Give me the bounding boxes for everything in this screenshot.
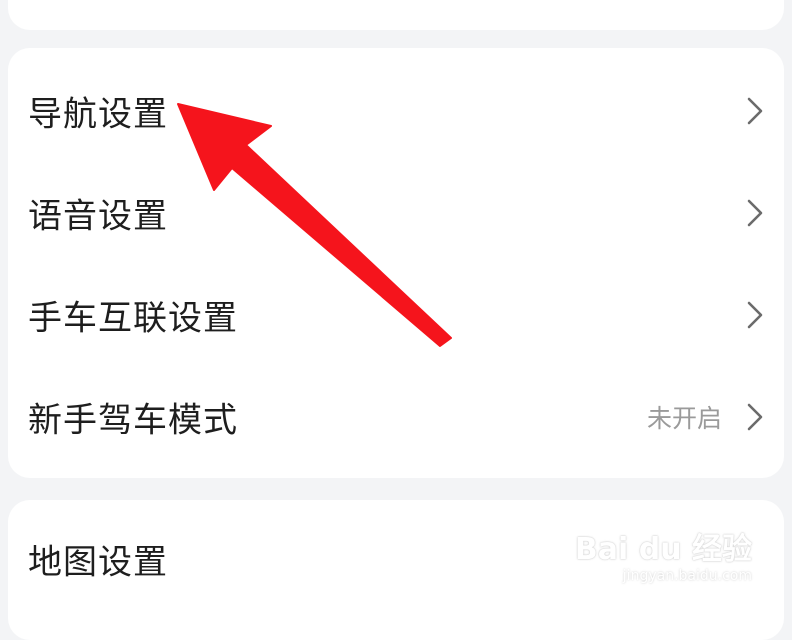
phone-car-link-settings-row[interactable]: 手车互联设置 [8,264,784,366]
novice-driving-mode-label: 新手驾车模式 [28,400,238,441]
chevron-right-icon [747,199,763,227]
watermark-url: jingyan.baidu.com [622,568,752,584]
voice-settings-label: 语音设置 [28,196,168,237]
phone-car-link-settings-label: 手车互联设置 [28,298,238,339]
chevron-right-icon [747,301,763,329]
baidu-jingyan-watermark: Bai du 经验 jingyan.baidu.com [575,518,752,598]
voice-settings-row[interactable]: 语音设置 [8,162,784,264]
chevron-right-icon [747,403,763,431]
novice-driving-mode-row[interactable]: 新手驾车模式 未开启 [8,366,784,468]
navigation-settings-label: 导航设置 [28,94,168,135]
watermark-logo: Bai du 经验 [574,532,752,567]
chevron-right-icon [747,97,763,125]
navigation-settings-row[interactable]: 导航设置 [8,60,784,162]
top-card [8,0,784,30]
map-settings-label: 地图设置 [28,542,168,583]
novice-driving-mode-status: 未开启 [646,404,722,433]
settings-list: 导航设置 语音设置 手车互联设置 新手驾车模式 未开启 [8,48,784,478]
